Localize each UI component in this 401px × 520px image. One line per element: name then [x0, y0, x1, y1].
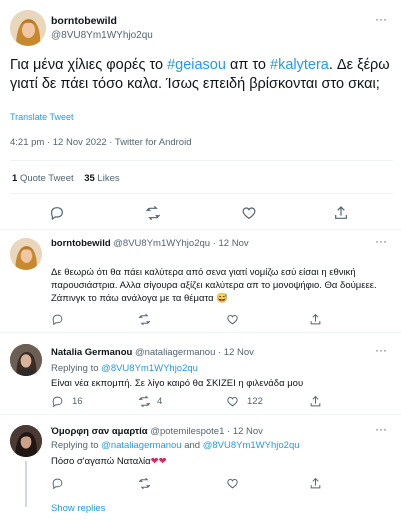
tweet-actions	[0, 205, 401, 221]
retweet-icon[interactable]	[145, 205, 161, 221]
more-options-icon[interactable]: ···	[375, 343, 387, 357]
quote-tweets-stat[interactable]: 1 Quote Tweet	[12, 173, 74, 184]
quote-label: Quote Tweet	[19, 173, 74, 184]
reply-text: Είναι νέα εκπομπή. Σε λίγο καιρό θα ΣΚΙΖ…	[51, 378, 304, 389]
divider	[10, 193, 393, 194]
reply-icon[interactable]	[51, 477, 64, 490]
replying-to: Replying to @nataliagermanou and @8VU8Ym…	[51, 440, 300, 451]
handle-time[interactable]: @8VU8Ym1WYhjo2qu · 12 Nov	[113, 238, 248, 249]
display-name[interactable]: Natalia Germanou	[51, 347, 132, 358]
avatar[interactable]	[10, 238, 42, 270]
hashtag-link[interactable]: #geiasou	[167, 57, 226, 73]
show-replies-link[interactable]: Show replies	[51, 503, 105, 514]
share-icon[interactable]	[309, 477, 322, 490]
reply-actions	[51, 313, 391, 327]
translate-tweet-link[interactable]: Translate Tweet	[10, 112, 74, 122]
like-icon[interactable]	[226, 313, 239, 326]
replying-to-label: Replying to	[51, 440, 102, 451]
like-icon[interactable]	[241, 205, 257, 221]
reply-tweet[interactable]: borntobewild @8VU8Ym1WYhjo2qu · 12 Nov ·…	[0, 230, 401, 333]
handle-time[interactable]: @nataliagermanou · 12 Nov	[135, 347, 254, 358]
display-name[interactable]: borntobewild	[51, 238, 111, 249]
reply-text: Δε θεωρώ ότι θα πάει καλύτερα από σενα γ…	[51, 267, 377, 304]
avatar[interactable]	[10, 10, 46, 46]
quote-count: 1	[12, 173, 18, 184]
reply-text-content: Πόσο σ'αγαπώ Ναταλία	[51, 456, 151, 467]
display-name[interactable]: Όμορφη σαν αμαρτία	[51, 426, 148, 437]
like-icon[interactable]	[226, 477, 239, 490]
retweet-icon[interactable]	[138, 313, 151, 326]
heart-emoji: ❤❤	[150, 456, 167, 467]
tweet-text-part: απ το	[225, 57, 270, 73]
divider	[10, 160, 393, 161]
share-icon[interactable]	[309, 313, 322, 326]
reply-icon[interactable]	[51, 313, 64, 326]
reply-actions	[51, 477, 391, 491]
retweet-count: 4	[157, 396, 163, 407]
avatar[interactable]	[10, 344, 42, 376]
reply-tweet[interactable]: Natalia Germanou @nataliagermanou · 12 N…	[0, 333, 401, 415]
like-icon[interactable]	[226, 395, 239, 408]
tweet-timestamp[interactable]: 4:21 pm · 12 Nov 2022 · Twitter for Andr…	[10, 137, 191, 148]
thread-line	[25, 461, 27, 507]
retweet-icon[interactable]	[138, 477, 151, 490]
mention-link[interactable]: @8VU8Ym1WYhjo2qu	[203, 440, 300, 451]
share-icon[interactable]	[333, 205, 349, 221]
replying-to-label: Replying to	[51, 363, 102, 374]
display-name[interactable]: borntobewild	[51, 15, 117, 27]
reply-text: Πόσο σ'αγαπώ Ναταλία❤❤	[51, 455, 391, 468]
retweet-icon[interactable]	[138, 395, 151, 408]
likes-label: Likes	[97, 173, 120, 184]
tweet-stats: 1 Quote Tweet 35 Likes	[12, 173, 120, 184]
more-options-icon[interactable]: ···	[375, 234, 387, 248]
likes-count: 35	[84, 173, 95, 184]
mention-link[interactable]: @8VU8Ym1WYhjo2qu	[101, 363, 198, 374]
more-options-icon[interactable]: ···	[375, 12, 387, 26]
share-icon[interactable]	[309, 395, 322, 408]
reply-actions: 16 4 122	[51, 395, 391, 409]
tweet-text: Για μένα χίλιες φορές το #geiasou απ το …	[10, 56, 395, 94]
reply-count: 16	[72, 396, 83, 407]
avatar[interactable]	[10, 425, 42, 457]
likes-stat[interactable]: 35 Likes	[84, 173, 119, 184]
mention-link[interactable]: @nataliagermanou	[101, 440, 181, 451]
reply-icon[interactable]	[51, 395, 64, 408]
handle[interactable]: @8VU8Ym1WYhjo2qu	[51, 30, 153, 41]
hashtag-link[interactable]: #kalytera	[270, 57, 329, 73]
reply-icon[interactable]	[49, 205, 65, 221]
reply-header: Όμορφη σαν αμαρτία @potemilespote1 · 12 …	[51, 426, 263, 437]
tweet-text-part: Για μένα χίλιες φορές το	[10, 57, 168, 73]
replying-to: Replying to @8VU8Ym1WYhjo2qu	[51, 363, 198, 374]
replying-and-label: and	[181, 440, 203, 451]
handle-time[interactable]: @potemilespote1 · 12 Nov	[150, 426, 263, 437]
more-options-icon[interactable]: ···	[375, 422, 387, 436]
reply-header: Natalia Germanou @nataliagermanou · 12 N…	[51, 347, 254, 358]
main-tweet: borntobewild @8VU8Ym1WYhjo2qu ··· Για μέ…	[0, 0, 401, 230]
reply-header: borntobewild @8VU8Ym1WYhjo2qu · 12 Nov	[51, 238, 249, 249]
like-count: 122	[247, 396, 263, 407]
